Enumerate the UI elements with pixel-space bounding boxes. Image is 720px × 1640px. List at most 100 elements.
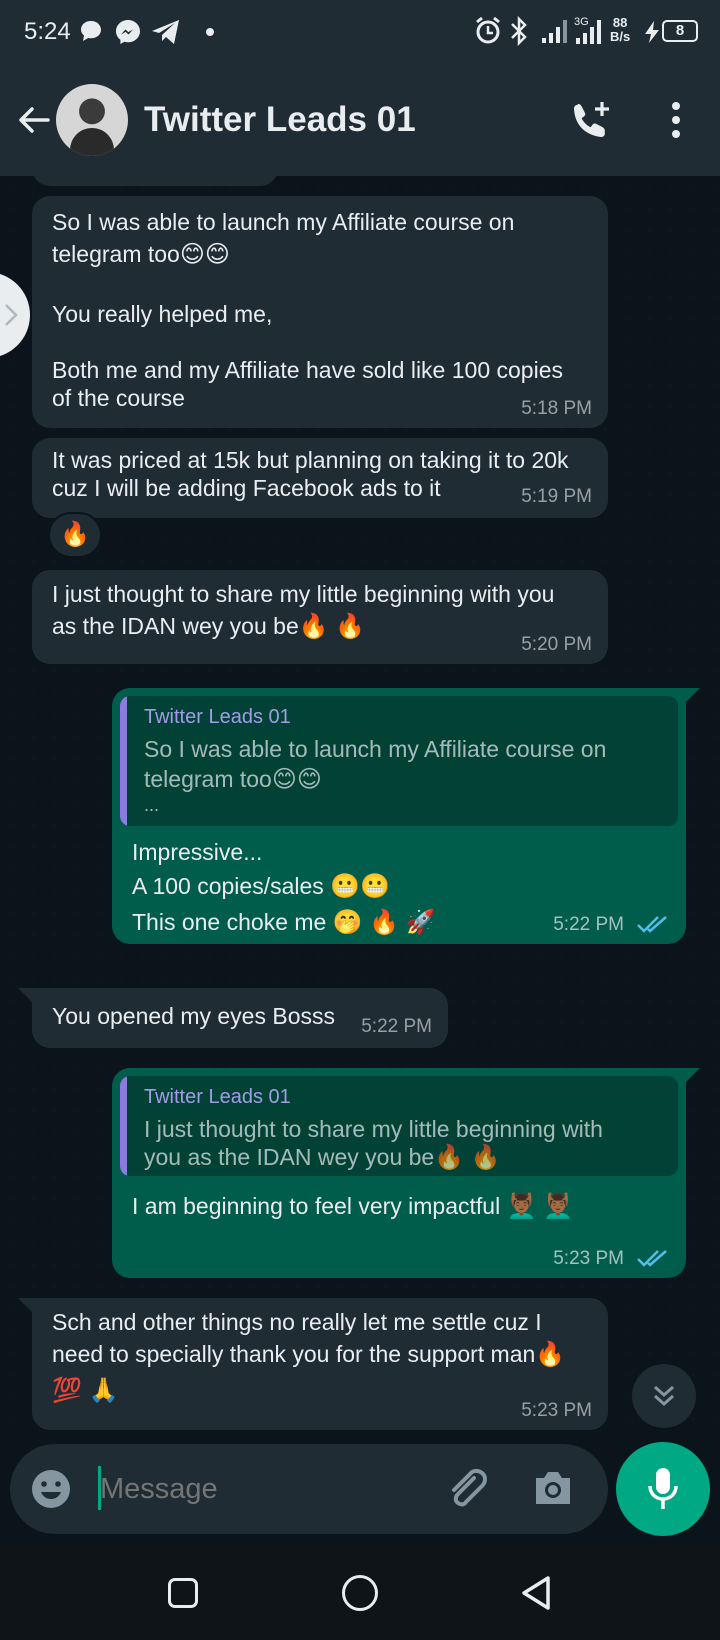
message-text: You really helped me, <box>52 301 273 327</box>
chat-area[interactable]: So I was able to launch my Affiliate cou… <box>0 176 720 1438</box>
bubble-tail <box>18 1298 32 1312</box>
mic-button[interactable] <box>616 1442 710 1536</box>
chevron-double-down-icon <box>654 1385 674 1407</box>
message-text: Impressive... <box>132 839 263 865</box>
quote-author: Twitter Leads 01 <box>144 1086 291 1108</box>
message-time: 5:18 PM <box>521 398 592 419</box>
message-bubble-incoming[interactable]: You opened my eyes Bosss 5:22 PM <box>32 988 448 1048</box>
message-time: 5:20 PM <box>521 634 592 655</box>
message-text-part: telegram too <box>52 241 180 267</box>
home-button[interactable] <box>342 1575 378 1611</box>
message-text: telegram too😊😊 <box>52 238 230 271</box>
message-time: 5:19 PM <box>521 486 592 507</box>
network-speed-unit: B/s <box>610 29 631 44</box>
message-text: 💯 🙏 <box>52 1374 118 1407</box>
chevron-right-icon <box>5 304 18 326</box>
hundred-pray-emoji: 💯 🙏 <box>52 1377 119 1404</box>
message-text: Sch and other things no really let me se… <box>52 1309 542 1335</box>
reaction-emojis: 🤭 🔥 🚀 <box>332 909 436 936</box>
system-nav-bar <box>0 1544 720 1640</box>
message-time: 5:23 PM <box>553 1248 624 1269</box>
message-input[interactable] <box>100 1464 400 1514</box>
message-input-bar <box>10 1444 608 1534</box>
message-reaction[interactable]: 🔥 <box>48 512 102 558</box>
bluetooth-icon <box>511 16 527 46</box>
more-vert-icon[interactable] <box>664 98 688 142</box>
battery-level: 8 <box>675 22 685 39</box>
fire-emoji: 🔥 <box>535 1341 566 1368</box>
network-speed: 88 B/s <box>610 16 630 44</box>
message-bubble-incoming[interactable]: It was priced at 15k but planning on tak… <box>32 438 608 518</box>
message-text: as the IDAN wey you be🔥 🔥 <box>52 610 365 643</box>
signal-icon-1 <box>542 20 567 43</box>
status-bar: 5:24 3G 88 B/s 8 <box>0 0 720 64</box>
side-panel-handle[interactable] <box>0 272 30 358</box>
quote-text-part: telegram too <box>144 766 272 792</box>
message-time: 5:22 PM <box>553 914 624 935</box>
network-speed-value: 88 <box>612 15 628 30</box>
bubble-tail <box>686 1068 700 1082</box>
mic-icon <box>648 1468 678 1509</box>
arrow-left-icon[interactable] <box>14 100 54 140</box>
quote-more: ... <box>144 795 160 815</box>
quote-text: So I was able to launch my Affiliate cou… <box>144 736 607 762</box>
quote-text-part: you as the IDAN wey you be <box>144 1144 435 1170</box>
status-time: 5:24 <box>24 18 71 45</box>
smile-emoji: 😊😊 <box>179 241 230 268</box>
massage-emoji: 💆🏾‍♂️ 💆🏾‍♂️ <box>506 1193 574 1220</box>
paperclip-icon[interactable] <box>444 1466 490 1512</box>
message-text-part: I am beginning to feel very impactful <box>132 1193 507 1219</box>
message-text: cuz I will be adding Facebook ads to it <box>52 475 441 501</box>
message-bubble-incoming[interactable]: I just thought to share my little beginn… <box>32 570 608 664</box>
double-check-icon <box>637 916 667 933</box>
message-bubble-outgoing[interactable]: Twitter Leads 01 I just thought to share… <box>112 1068 686 1278</box>
message-bubble-partial <box>32 176 278 186</box>
contact-name[interactable]: Twitter Leads 01 <box>144 100 416 140</box>
messenger-icon <box>116 20 140 44</box>
quote-bar <box>120 696 127 826</box>
chat-notification-icon <box>81 21 101 41</box>
charging-icon <box>645 21 659 43</box>
message-text: A 100 copies/sales 😬😬 <box>132 870 390 903</box>
message-time: 5:23 PM <box>521 1400 592 1421</box>
message-text: I just thought to share my little beginn… <box>52 581 555 607</box>
telegram-icon <box>152 20 179 44</box>
battery-icon: 8 <box>662 20 698 42</box>
notification-dot-icon <box>206 28 214 36</box>
message-text-part: A 100 copies/sales <box>132 873 331 899</box>
add-call-icon[interactable] <box>568 98 616 142</box>
message-text-part: as the IDAN wey you be <box>52 613 299 639</box>
fire-emoji: 🔥 🔥 <box>298 613 366 640</box>
message-text: So I was able to launch my Affiliate cou… <box>52 209 515 235</box>
quote-text: I just thought to share my little beginn… <box>144 1116 603 1142</box>
svg-text:3G: 3G <box>574 16 589 28</box>
chat-header: Twitter Leads 01 <box>0 64 720 176</box>
quote-bar <box>120 1076 127 1176</box>
fire-emoji: 🔥 🔥 <box>434 1144 501 1171</box>
message-bubble-incoming[interactable]: Sch and other things no really let me se… <box>32 1298 608 1430</box>
message-time: 5:22 PM <box>361 1016 432 1037</box>
avatar[interactable] <box>56 84 128 156</box>
recents-button[interactable] <box>168 1578 198 1608</box>
back-triangle-icon[interactable] <box>518 1574 554 1612</box>
message-bubble-outgoing[interactable]: Twitter Leads 01 So I was able to launch… <box>112 688 686 944</box>
message-text-part: This one choke me <box>132 909 333 935</box>
quoted-message[interactable]: Twitter Leads 01 I just thought to share… <box>120 1076 678 1176</box>
camera-icon[interactable] <box>532 1468 574 1508</box>
bubble-tail <box>686 688 700 702</box>
message-text: This one choke me 🤭 🔥 🚀 <box>132 906 436 939</box>
signal-icon-2: 3G <box>574 16 601 44</box>
bubble-tail <box>18 988 32 1002</box>
quoted-message[interactable]: Twitter Leads 01 So I was able to launch… <box>120 696 678 826</box>
message-text: I am beginning to feel very impactful 💆🏾… <box>132 1190 573 1223</box>
double-check-icon <box>637 1250 667 1267</box>
emoji-icon[interactable] <box>30 1468 72 1510</box>
message-bubble-incoming[interactable]: So I was able to launch my Affiliate cou… <box>32 196 608 428</box>
quote-text: telegram too😊😊 <box>144 764 322 795</box>
scroll-to-bottom-button[interactable] <box>632 1364 696 1428</box>
alarm-icon <box>476 16 500 44</box>
message-text-part: need to specially thank you for the supp… <box>52 1341 536 1367</box>
grimace-emoji: 😬😬 <box>330 873 390 900</box>
message-text: need to specially thank you for the supp… <box>52 1338 565 1371</box>
quote-text: you as the IDAN wey you be🔥 🔥 <box>144 1142 501 1173</box>
